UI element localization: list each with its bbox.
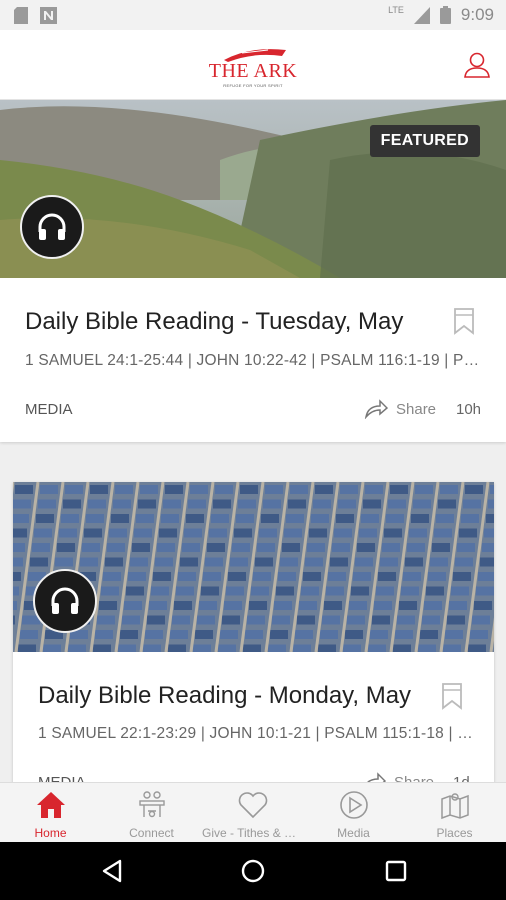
- share-arrow-icon: [364, 399, 388, 419]
- featured-title[interactable]: Daily Bible Reading - Tuesday, May: [25, 308, 430, 336]
- bookmark-icon[interactable]: [441, 682, 463, 710]
- share-arrow-icon: [367, 772, 386, 782]
- ark-logo-icon: [224, 49, 286, 62]
- share-label: Share: [396, 400, 437, 418]
- sd-card-icon: [14, 7, 28, 24]
- tab-label: Home: [34, 826, 67, 840]
- tab-media[interactable]: Media: [303, 783, 404, 843]
- signal-icon: [413, 6, 430, 24]
- map-icon: [441, 793, 469, 820]
- clock: 9:09: [460, 5, 494, 24]
- connect-icon: [139, 791, 165, 818]
- bottom-tab-bar: Home Connect Give - Tithes & Offerings M…: [0, 782, 506, 842]
- feed[interactable]: FEATURED Daily Bible Reading - Tuesday, …: [0, 100, 506, 782]
- tab-places[interactable]: Places: [404, 783, 505, 843]
- card-title[interactable]: Daily Bible Reading - Monday, May: [38, 682, 423, 710]
- tab-home[interactable]: Home: [0, 783, 101, 843]
- tab-label: Media: [337, 826, 370, 840]
- featured-subtitle: 1 SAMUEL 24:1-25:44 | JOHN 10:22-42 | PS…: [25, 352, 485, 369]
- card-subtitle: 1 SAMUEL 22:1-23:29 | JOHN 10:1-21 | PSA…: [38, 725, 473, 742]
- featured-category: MEDIA: [25, 401, 73, 418]
- audio-play-button[interactable]: [33, 569, 97, 633]
- home-button-icon[interactable]: [241, 859, 265, 883]
- tab-label: Give - Tithes & Offerings: [202, 826, 303, 840]
- featured-age: 10h: [456, 401, 482, 418]
- featured-image: FEATURED: [0, 100, 506, 278]
- home-icon: [37, 792, 65, 818]
- play-icon: [340, 791, 368, 819]
- featured-card[interactable]: FEATURED Daily Bible Reading - Tuesday, …: [0, 100, 506, 442]
- app-bar: THE ARK REFUGE FOR YOUR SPIRIT: [0, 30, 506, 100]
- n-notification-icon: [40, 7, 57, 24]
- app-logo: THE ARK REFUGE FOR YOUR SPIRIT: [205, 42, 301, 90]
- tab-label: Places: [436, 826, 473, 840]
- back-icon[interactable]: [100, 859, 124, 883]
- tab-connect[interactable]: Connect: [101, 783, 202, 843]
- featured-badge: FEATURED: [369, 125, 480, 157]
- tab-label: Connect: [129, 826, 174, 840]
- battery-icon: [439, 6, 451, 24]
- headphones-icon: [51, 587, 79, 614]
- bookmark-icon[interactable]: [453, 307, 475, 335]
- network-type: LTE: [388, 5, 404, 15]
- featured-share-button[interactable]: Share: [364, 399, 436, 419]
- profile-icon[interactable]: [462, 50, 492, 80]
- audio-play-button[interactable]: [20, 195, 84, 259]
- card-age: 1d: [453, 774, 470, 782]
- media-card[interactable]: Daily Bible Reading - Monday, May 1 SAMU…: [13, 482, 494, 782]
- status-bar: LTE 9:09: [0, 0, 506, 30]
- system-nav-bar: [0, 842, 506, 900]
- headphones-icon: [38, 213, 66, 240]
- heart-icon: [238, 792, 268, 819]
- card-share-button[interactable]: Share: [362, 772, 434, 782]
- card-image: [13, 482, 494, 652]
- tab-give[interactable]: Give - Tithes & Offerings: [202, 783, 303, 843]
- card-category: MEDIA: [38, 774, 86, 782]
- logo-tagline: REFUGE FOR YOUR SPIRIT: [223, 83, 283, 88]
- share-label: Share: [394, 773, 435, 783]
- recents-icon[interactable]: [385, 860, 407, 882]
